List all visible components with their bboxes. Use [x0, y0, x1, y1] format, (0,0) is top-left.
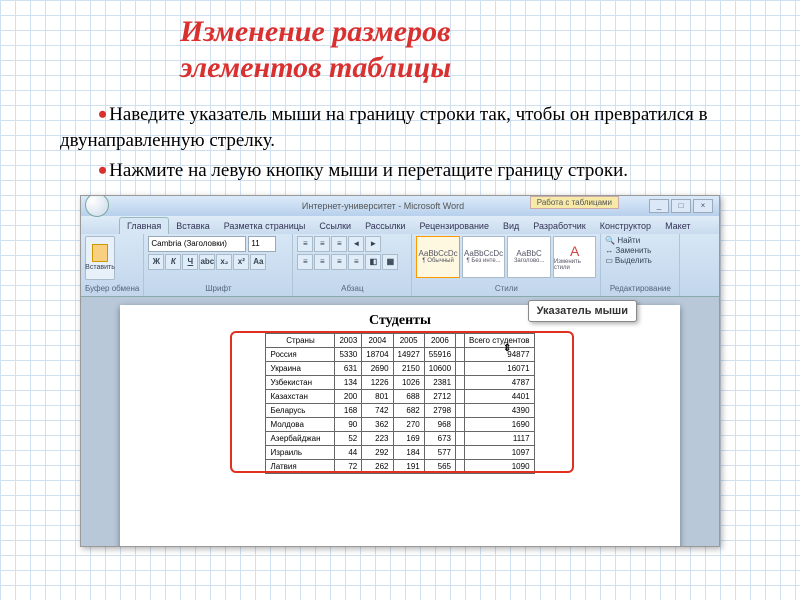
ribbon-tab[interactable]: Вставка — [169, 218, 216, 234]
table-selection-outline — [230, 331, 574, 473]
ribbon-tab[interactable]: Рассылки — [358, 218, 412, 234]
ribbon-tab[interactable]: Главная — [119, 217, 169, 234]
page: Студенты ⇕ Страны2003200420052006Всего с… — [120, 305, 680, 547]
maximize-button[interactable]: □ — [671, 199, 691, 213]
paste-button[interactable]: Вставить — [85, 236, 115, 280]
font-name-select[interactable] — [148, 236, 246, 252]
group-edit: 🔍 Найти ↔ Заменить ▭ Выделить Редактиров… — [601, 234, 680, 296]
slide-body: •Наведите указатель мыши на границу стро… — [0, 86, 800, 185]
shading-button[interactable]: ◧ — [365, 254, 381, 270]
group-clipboard: Вставить Буфер обмена — [81, 234, 144, 296]
bullet-icon: • — [98, 100, 107, 129]
sub-button[interactable]: x₂ — [216, 254, 232, 270]
ribbon-tab[interactable]: Рецензирование — [412, 218, 496, 234]
ribbon-tab[interactable]: Разметка страницы — [217, 218, 313, 234]
indent-dec-button[interactable]: ◄ — [348, 236, 364, 252]
group-styles: AaBbCcDc¶ ОбычныйAaBbCcDc¶ Без инте...Aa… — [412, 234, 601, 296]
align-justify-button[interactable]: ≡ — [348, 254, 364, 270]
group-paragraph: ≡ ≡ ≡ ◄ ► ≡ ≡ ≡ ≡ ◧ ▦ Абзац — [293, 234, 412, 296]
style-item[interactable]: AaBbCЗаголово... — [507, 236, 551, 278]
underline-button[interactable]: Ч — [182, 254, 198, 270]
clipboard-icon — [92, 244, 108, 262]
ribbon-tab[interactable]: Разработчик — [526, 218, 592, 234]
bullet-icon: • — [98, 156, 107, 185]
strike-button[interactable]: abc — [199, 254, 215, 270]
align-left-button[interactable]: ≡ — [297, 254, 313, 270]
indent-inc-button[interactable]: ► — [365, 236, 381, 252]
style-item[interactable]: AaBbCcDc¶ Обычный — [416, 236, 460, 278]
close-button[interactable]: × — [693, 199, 713, 213]
case-button[interactable]: Aa — [250, 254, 266, 270]
list-button[interactable]: ≡ — [297, 236, 313, 252]
callout-pointer: Указатель мыши — [528, 300, 637, 322]
window-titlebar: Интернет-университет - Microsoft Word _ … — [81, 196, 719, 216]
align-right-button[interactable]: ≡ — [331, 254, 347, 270]
align-center-button[interactable]: ≡ — [314, 254, 330, 270]
slide-title: Изменение размеров элементов таблицы — [0, 0, 800, 86]
sup-button[interactable]: x² — [233, 254, 249, 270]
border-button[interactable]: ▦ — [382, 254, 398, 270]
select-button[interactable]: ▭ Выделить — [605, 256, 675, 265]
numlist-button[interactable]: ≡ — [314, 236, 330, 252]
ribbon-tab[interactable]: Ссылки — [312, 218, 358, 234]
multilist-button[interactable]: ≡ — [331, 236, 347, 252]
minimize-button[interactable]: _ — [649, 199, 669, 213]
ribbon-tabs: ГлавнаяВставкаРазметка страницыСсылкиРас… — [81, 216, 719, 234]
ribbon-tab[interactable]: Конструктор — [593, 218, 658, 234]
group-font: Ж К Ч abc x₂ x² Aa Шрифт — [144, 234, 293, 296]
contextual-tab-label: Работа с таблицами — [530, 196, 619, 209]
resize-cursor-icon: ⇕ — [503, 343, 511, 354]
style-item[interactable]: AaBbCcDc¶ Без инте... — [462, 236, 506, 278]
find-button[interactable]: 🔍 Найти — [605, 236, 675, 245]
italic-button[interactable]: К — [165, 254, 181, 270]
replace-button[interactable]: ↔ Заменить — [605, 246, 675, 255]
ribbon-tab[interactable]: Макет — [658, 218, 697, 234]
word-screenshot: Работа с таблицами Интернет-университет … — [80, 195, 720, 547]
ribbon: Вставить Буфер обмена Ж К Ч abc x₂ — [81, 234, 719, 297]
change-styles-button[interactable]: AИзменить стили — [553, 236, 597, 278]
font-size-select[interactable] — [248, 236, 276, 252]
office-button[interactable] — [85, 195, 109, 217]
bold-button[interactable]: Ж — [148, 254, 164, 270]
ribbon-tab[interactable]: Вид — [496, 218, 526, 234]
document-area: Студенты ⇕ Страны2003200420052006Всего с… — [81, 297, 719, 547]
